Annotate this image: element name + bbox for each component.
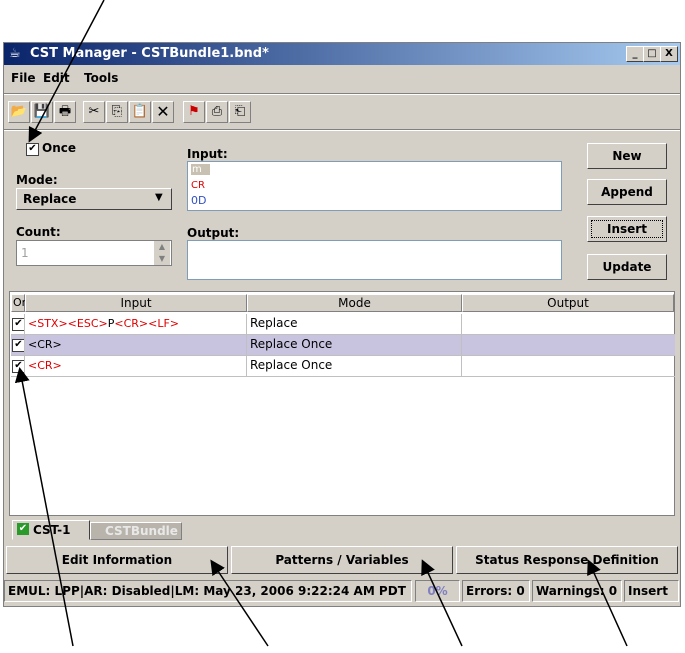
annotation-arrow-patterns — [421, 559, 463, 647]
annotation-arrow-once — [28, 0, 105, 143]
annotation-arrow-row-checkbox — [14, 367, 74, 647]
annotation-arrows — [14, 0, 628, 647]
annotation-arrow-edit-info — [210, 559, 269, 647]
annotation-arrow-status-resp — [587, 559, 628, 647]
